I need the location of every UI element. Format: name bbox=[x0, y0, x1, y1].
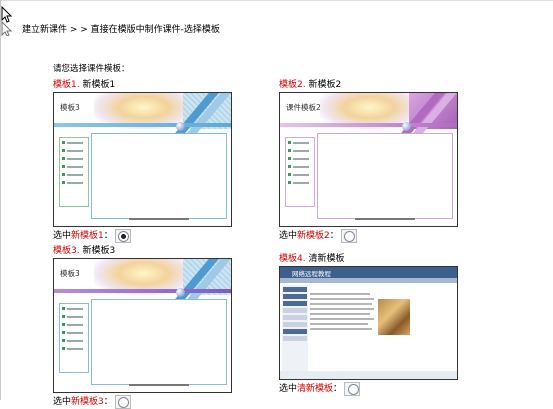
window-top-border bbox=[0, 0, 553, 1]
preview-left-menu bbox=[282, 285, 308, 379]
preview-footer bbox=[320, 218, 450, 222]
select-template-name: 新模板2 bbox=[297, 231, 330, 241]
template-title: 模板1. 新模板1 bbox=[53, 79, 232, 92]
template-select-row: 选中 新模板3 ： bbox=[53, 395, 232, 409]
template-select-row: 选中 新模板1 ： bbox=[53, 229, 232, 243]
template-radio-wrapper bbox=[344, 382, 361, 396]
template-radio-4[interactable] bbox=[347, 383, 359, 395]
preview-footer bbox=[94, 218, 224, 222]
preview-main-area bbox=[317, 133, 453, 219]
preview-accent-stripe bbox=[280, 123, 457, 127]
preview-main-area bbox=[310, 285, 452, 379]
template-radio-wrapper bbox=[340, 229, 357, 243]
mouse-pointer-icon bbox=[1, 6, 13, 36]
preview-left-menu bbox=[59, 303, 89, 373]
preview-header-band: 网络远程教程 bbox=[280, 267, 457, 278]
template-radio-2[interactable] bbox=[344, 230, 356, 242]
window-left-border bbox=[0, 0, 1, 400]
template-preview-1[interactable]: 模板3 bbox=[53, 92, 232, 227]
template-select-row: 选中 清新模板 ： bbox=[279, 382, 458, 396]
template-number: 模板2. bbox=[279, 80, 306, 90]
select-label: 选中 bbox=[279, 384, 298, 394]
select-colon: ： bbox=[103, 231, 113, 241]
template-preview-3[interactable]: 模板3 bbox=[53, 258, 232, 393]
select-colon: ： bbox=[333, 384, 343, 394]
preview-photo bbox=[378, 299, 410, 335]
preview-accent-stripe bbox=[54, 123, 231, 127]
preview-header-label: 模板3 bbox=[60, 103, 80, 112]
template-number: 模板3. bbox=[53, 246, 80, 256]
select-template-name: 新模板3 bbox=[71, 397, 104, 407]
select-label: 选中 bbox=[53, 397, 72, 407]
preview-main-area bbox=[91, 299, 227, 385]
template-radio-3[interactable] bbox=[118, 396, 130, 408]
preview-left-menu bbox=[59, 137, 89, 207]
template-preview-2[interactable]: 课件模板2 bbox=[279, 92, 458, 227]
preview-accent-stripe bbox=[54, 289, 231, 293]
preview-footer bbox=[94, 384, 224, 388]
preview-orb-icon bbox=[402, 122, 411, 131]
template-radio-wrapper bbox=[114, 395, 131, 409]
template-card-1: 模板1. 新模板1 模板3 选中 新模板1 ： bbox=[53, 79, 232, 243]
template-radio-1[interactable] bbox=[118, 230, 130, 242]
template-select-row: 选中 新模板2 ： bbox=[279, 229, 458, 243]
template-preview-4[interactable]: 网络远程教程 bbox=[279, 266, 458, 380]
template-name: 新模板2 bbox=[308, 80, 342, 90]
template-name: 新模板3 bbox=[82, 246, 116, 256]
template-title: 模板2. 新模板2 bbox=[279, 79, 458, 92]
select-template-name: 新模板1 bbox=[71, 231, 104, 241]
template-card-3: 模板3. 新模板3 模板3 选中 新模板3 ： bbox=[53, 245, 232, 409]
select-colon: ： bbox=[103, 397, 113, 407]
preview-main-area bbox=[91, 133, 227, 219]
template-title: 模板3. 新模板3 bbox=[53, 245, 232, 258]
preview-footer bbox=[280, 371, 457, 379]
template-name: 新模板1 bbox=[82, 80, 116, 90]
preview-orb-icon bbox=[176, 122, 185, 131]
select-label: 选中 bbox=[53, 231, 72, 241]
preview-header-label: 课件模板2 bbox=[286, 103, 321, 112]
choose-template-prompt: 请您选择课件模板： bbox=[53, 64, 130, 74]
preview-nav-bar bbox=[280, 278, 457, 283]
select-label: 选中 bbox=[279, 231, 298, 241]
preview-left-menu bbox=[285, 137, 315, 207]
template-radio-wrapper bbox=[114, 229, 131, 243]
preview-header-label: 网络远程教程 bbox=[292, 270, 331, 278]
select-colon: ： bbox=[329, 231, 339, 241]
template-name: 清新模板 bbox=[308, 254, 345, 264]
template-card-2: 模板2. 新模板2 课件模板2 选中 新模板2 ： bbox=[279, 79, 458, 243]
template-number: 模板4. bbox=[279, 254, 306, 264]
preview-orb-icon bbox=[176, 288, 185, 297]
template-title: 模板4. 清新模板 bbox=[279, 253, 458, 266]
template-card-4: 模板4. 清新模板 网络远程教程 选中 清新模板 ： bbox=[279, 253, 458, 396]
preview-header-label: 模板3 bbox=[60, 269, 80, 278]
breadcrumb: 建立新课件 > > 直接在模版中制作课件-选择模板 bbox=[22, 25, 220, 35]
template-number: 模板1. bbox=[53, 80, 80, 90]
select-template-name: 清新模板 bbox=[297, 384, 334, 394]
